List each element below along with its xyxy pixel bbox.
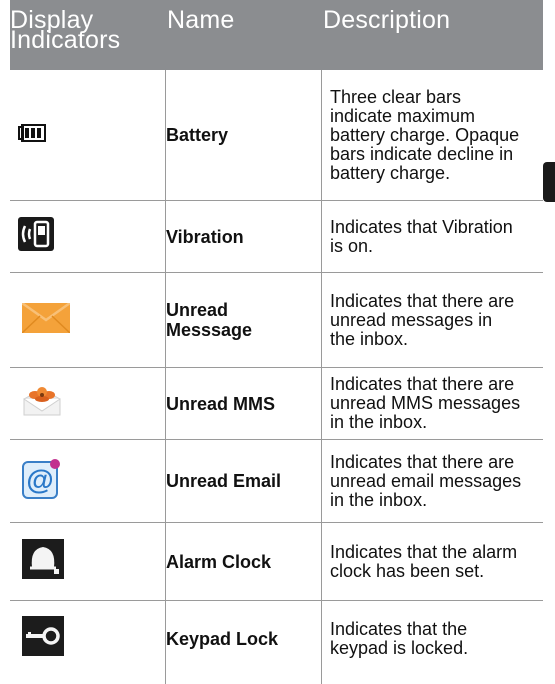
unread-mms-icon — [22, 385, 62, 422]
indicator-description: Indicates that there are unread MMS mess… — [330, 374, 521, 432]
indicator-table: Battery Three clear bars indicate maximu… — [10, 70, 543, 684]
keypad-lock-icon — [22, 616, 64, 661]
indicator-description: Indicates that the keypad is locked. — [330, 618, 469, 658]
battery-icon — [18, 123, 46, 147]
indicator-name: Unread MMS — [166, 393, 276, 414]
table-row: @ Unread Email Indicates that there are … — [10, 440, 543, 522]
cropped-edge-icon — [543, 162, 555, 202]
indicator-name: Battery — [166, 125, 229, 145]
unread-email-icon: @ — [22, 458, 62, 505]
header-description: Description — [323, 6, 451, 34]
unread-message-icon — [21, 301, 71, 338]
vibration-icon — [18, 217, 54, 256]
indicator-name: Alarm Clock — [166, 551, 272, 572]
header-display-indicators: Display Indicators — [10, 6, 121, 54]
indicator-name: Unread Email — [166, 471, 282, 491]
table-row: Keypad Lock Indicates that the keypad is… — [10, 601, 543, 684]
table-row: Alarm Clock Indicates that the alarm clo… — [10, 523, 543, 600]
indicator-description: Indicates that the alarm clock has been … — [330, 541, 518, 581]
svg-text:@: @ — [26, 464, 53, 495]
indicator-description: Indicates that there are unread email me… — [330, 451, 522, 510]
table-header: Display Indicators Name Description — [10, 0, 543, 70]
header-name: Name — [167, 6, 235, 34]
indicator-name: Vibration — [166, 226, 244, 247]
table-row: Vibration Indicates that Vibration is on… — [10, 201, 543, 272]
table-row: Battery Three clear bars indicate maximu… — [10, 70, 543, 200]
indicator-table-page: Display Indicators Name Description Batt… — [0, 0, 555, 684]
table-row: Unread Messsage Indicates that there are… — [10, 273, 543, 367]
indicator-description: Three clear bars indicate maximum batter… — [330, 86, 520, 183]
indicator-description: Indicates that there are unread messages… — [330, 290, 515, 349]
alarm-clock-icon — [22, 539, 64, 584]
indicator-name: Unread Messsage — [166, 300, 253, 340]
indicator-name: Keypad Lock — [166, 628, 279, 649]
table-row: Unread MMS Indicates that there are unre… — [10, 368, 543, 439]
indicator-description: Indicates that Vibration is on. — [330, 216, 513, 256]
